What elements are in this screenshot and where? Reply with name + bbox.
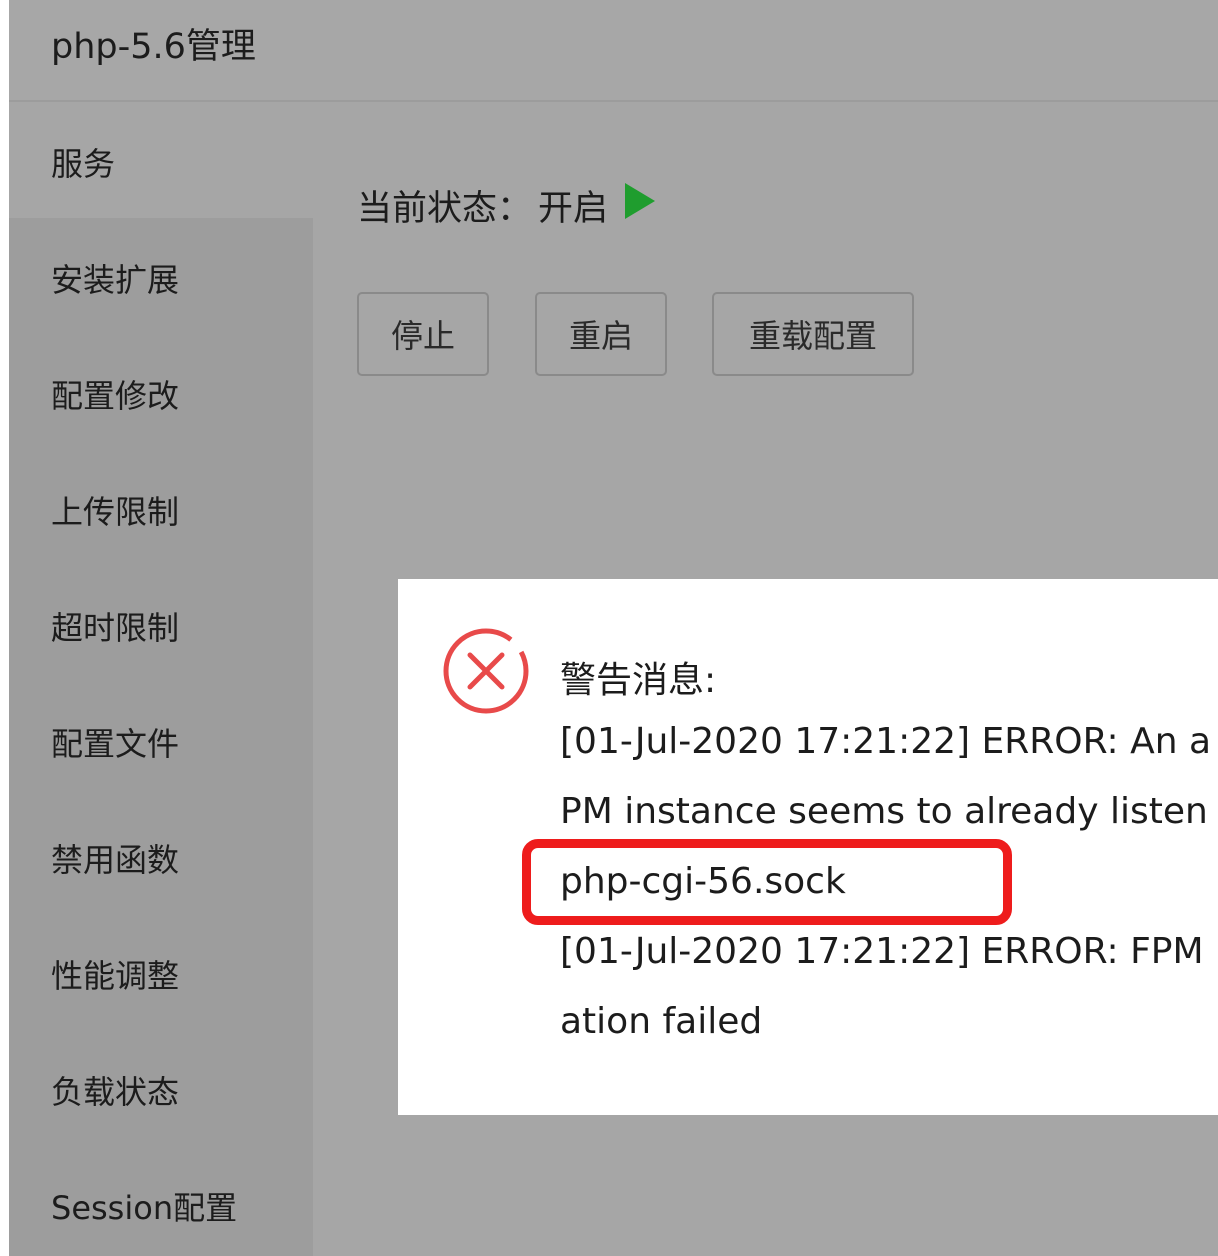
sidebar-item-label: 禁用函数 (51, 841, 180, 879)
sidebar-item-label: 配置文件 (51, 725, 180, 763)
alert-dialog: 警告消息: [01-Jul-2020 17:21:22] ERROR: An a… (398, 579, 1218, 1115)
alert-message-line: [01-Jul-2020 17:21:22] ERROR: FPM (560, 931, 1204, 972)
sidebar-item-label: 超时限制 (51, 609, 180, 647)
alert-message-line: ation failed (560, 1001, 763, 1042)
window-title: php-5.6管理 (51, 27, 256, 67)
sidebar-item-performance-tuning[interactable]: 性能调整 (9, 914, 313, 1030)
service-status: 当前状态： 开启 (357, 180, 656, 231)
sidebar-item-session-config[interactable]: Session配置 (9, 1146, 313, 1256)
sidebar-item-upload-limit[interactable]: 上传限制 (9, 450, 313, 566)
status-value: 开启 (538, 189, 609, 229)
stop-button[interactable]: 停止 (357, 292, 489, 376)
play-icon (624, 182, 656, 229)
alert-title: 警告消息: (560, 660, 717, 701)
sidebar-item-load-status[interactable]: 负载状态 (9, 1030, 313, 1146)
reload-config-button[interactable]: 重载配置 (712, 292, 914, 376)
restart-button[interactable]: 重启 (535, 292, 667, 376)
sidebar-item-label: 配置修改 (51, 377, 180, 415)
error-icon (440, 625, 532, 717)
alert-message-line: [01-Jul-2020 17:21:22] ERROR: An a (560, 721, 1212, 762)
red-highlight-box (522, 839, 1012, 925)
sidebar: 服务 安装扩展 配置修改 上传限制 超时限制 配置文件 禁用函数 性能调整 负载… (9, 102, 313, 1256)
status-label: 当前状态： (357, 189, 533, 229)
sidebar-item-disabled-functions[interactable]: 禁用函数 (9, 798, 313, 914)
sidebar-item-label: 上传限制 (51, 493, 180, 531)
sidebar-item-config-file[interactable]: 配置文件 (9, 682, 313, 798)
sidebar-item-label: Session配置 (51, 1189, 238, 1227)
sidebar-item-timeout-limit[interactable]: 超时限制 (9, 566, 313, 682)
sidebar-item-label: 服务 (51, 145, 116, 183)
alert-message-line: PM instance seems to already listen (560, 791, 1208, 832)
sidebar-item-label: 性能调整 (51, 957, 180, 995)
sidebar-item-label: 安装扩展 (51, 261, 180, 299)
sidebar-item-config-edit[interactable]: 配置修改 (9, 334, 313, 450)
sidebar-item-install-extension[interactable]: 安装扩展 (9, 218, 313, 334)
sidebar-item-service[interactable]: 服务 (9, 102, 313, 218)
titlebar: php-5.6管理 (9, 0, 1218, 102)
php-manager-window: php-5.6管理 服务 安装扩展 配置修改 上传限制 超时限制 配置文件 禁用… (9, 0, 1218, 1256)
sidebar-item-label: 负载状态 (51, 1073, 180, 1111)
